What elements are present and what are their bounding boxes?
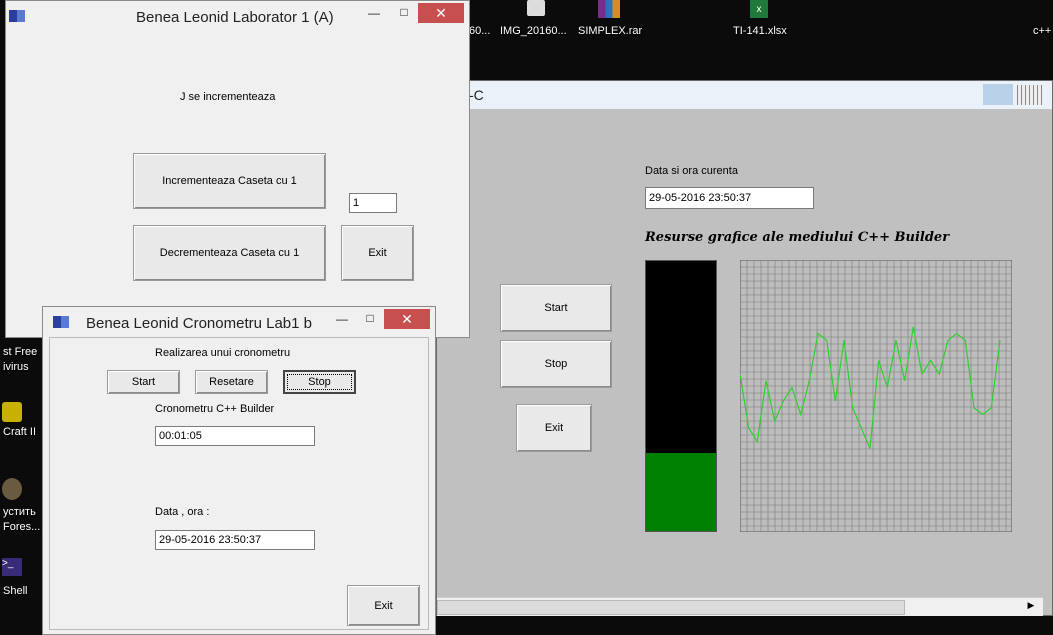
- exit-button[interactable]: Exit: [347, 585, 420, 626]
- close-icon[interactable]: ✕: [418, 3, 464, 23]
- counter-field[interactable]: 1: [349, 193, 397, 213]
- progress-gauge: [645, 260, 717, 532]
- title-bar: [437, 81, 1052, 109]
- waveform-chart: [740, 260, 1012, 532]
- status-text: J se incrementeaza: [180, 91, 276, 103]
- scrollbar-thumb[interactable]: [437, 600, 905, 615]
- title-bar-grip: [1017, 85, 1043, 105]
- date-caption: Data , ora :: [155, 506, 210, 518]
- desktop-icon-label[interactable]: Shell: [3, 585, 27, 597]
- timer-caption: Cronometru C++ Builder: [155, 403, 275, 415]
- scroll-right-arrow-icon[interactable]: ▶: [1023, 600, 1039, 614]
- close-icon[interactable]: ✕: [384, 309, 430, 329]
- datetime-caption: Data si ora curenta: [645, 165, 738, 177]
- desktop-icon-label[interactable]: c++: [1033, 25, 1051, 37]
- date-field[interactable]: 29-05-2016 23:50:37: [155, 530, 315, 550]
- rar-archive-icon[interactable]: [598, 0, 620, 18]
- window-title: Benea Leonid Cronometru Lab1 b: [86, 315, 312, 332]
- desktop-icon-label[interactable]: SIMPLEX.rar: [578, 25, 642, 37]
- decrement-button[interactable]: Decrementeaza Caseta cu 1: [133, 225, 326, 281]
- desktop-icon-label[interactable]: TI-141.xlsx: [733, 25, 787, 37]
- gauge-fill: [646, 452, 716, 531]
- window-title: Benea Leonid Laborator 1 (A): [136, 9, 334, 26]
- window-title: -C: [469, 87, 484, 103]
- desktop-icon-label[interactable]: IMG_20160...: [500, 25, 567, 37]
- start-button[interactable]: Start: [107, 370, 180, 394]
- stop-button[interactable]: Stop: [283, 370, 356, 394]
- minimize-icon[interactable]: —: [328, 309, 356, 329]
- app-icon: [53, 316, 69, 328]
- timer-field[interactable]: 00:01:05: [155, 426, 315, 446]
- graphics-window: -C Data si ora curenta 29-05-2016 23:50:…: [436, 80, 1053, 616]
- image-file-icon[interactable]: [527, 0, 545, 16]
- title-bar-highlight: [983, 84, 1013, 105]
- lab1-window: Benea Leonid Laborator 1 (A) — □ ✕ J se …: [5, 0, 470, 338]
- subtitle: Realizarea unui cronometru: [155, 347, 291, 359]
- desktop-icon-label[interactable]: 60...: [469, 25, 490, 37]
- excel-file-icon[interactable]: x: [750, 0, 768, 18]
- exit-button[interactable]: Exit: [516, 404, 592, 452]
- game-icon[interactable]: [2, 478, 22, 500]
- app-icon: [9, 10, 25, 22]
- horizontal-scrollbar[interactable]: ▶: [437, 597, 1043, 616]
- desktop-icon-label[interactable]: Fores...: [3, 521, 40, 533]
- desktop-icon-label[interactable]: ivirus: [3, 361, 29, 373]
- powershell-icon[interactable]: >_: [2, 558, 22, 576]
- maximize-icon[interactable]: □: [356, 308, 384, 328]
- chronometer-window: Benea Leonid Cronometru Lab1 b — □ ✕ Rea…: [42, 306, 436, 635]
- start-button[interactable]: Start: [500, 284, 612, 332]
- desktop-icon-label[interactable]: устить: [3, 506, 36, 518]
- heading: Resurse grafice ale mediului C++ Builder: [645, 230, 950, 245]
- datetime-field[interactable]: 29-05-2016 23:50:37: [645, 187, 814, 209]
- reset-button[interactable]: Resetare: [195, 370, 268, 394]
- maximize-icon[interactable]: □: [390, 2, 418, 22]
- increment-button[interactable]: Incrementeaza Caseta cu 1: [133, 153, 326, 209]
- stop-button[interactable]: Stop: [500, 340, 612, 388]
- game-icon[interactable]: [2, 402, 22, 422]
- desktop-icon-label[interactable]: Craft II: [3, 426, 36, 438]
- exit-button[interactable]: Exit: [341, 225, 414, 281]
- desktop-icon-label[interactable]: st Free: [3, 346, 37, 358]
- minimize-icon[interactable]: —: [360, 3, 388, 23]
